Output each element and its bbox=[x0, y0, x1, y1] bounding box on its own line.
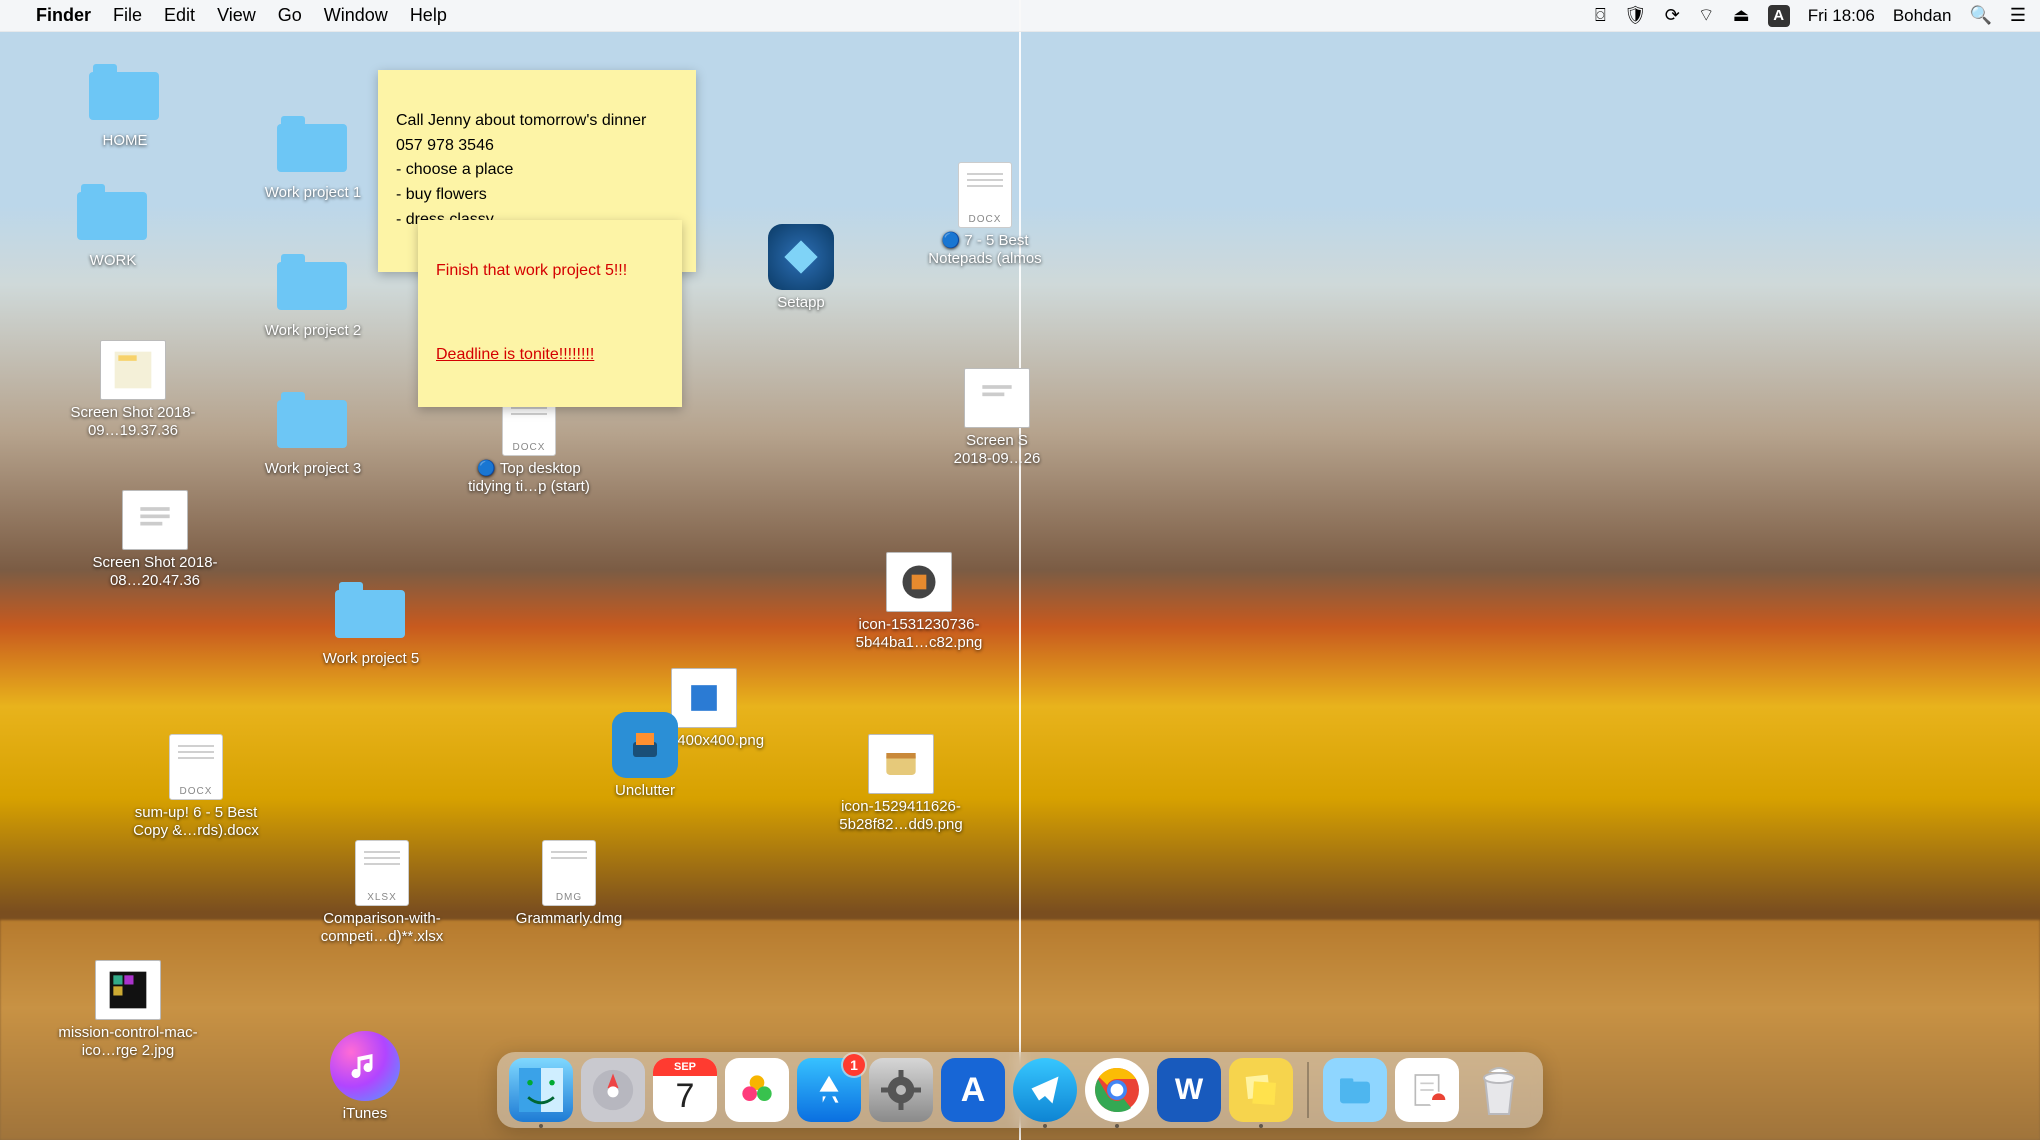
file-docx-sumup[interactable]: DOCX sum-up! 6 - 5 Best Copy &…rds).docx bbox=[116, 734, 276, 840]
sync-icon[interactable]: ⟳ bbox=[1665, 5, 1680, 26]
dock-documents-stack[interactable] bbox=[1395, 1058, 1459, 1122]
shield-icon[interactable]: 🛡 bbox=[1624, 5, 1647, 26]
sticky-note-2[interactable]: Finish that work project 5!!! Deadline i… bbox=[418, 220, 682, 407]
notifications-icon[interactable]: ☰ bbox=[2010, 5, 2026, 26]
file-jpg-mission-control[interactable]: mission-control-mac-ico…rge 2.jpg bbox=[48, 960, 208, 1060]
menu-edit[interactable]: Edit bbox=[164, 5, 195, 26]
dock-chrome[interactable] bbox=[1085, 1058, 1149, 1122]
app-unclutter[interactable]: Unclutter bbox=[580, 712, 710, 800]
xlsx-icon: XLSX bbox=[355, 840, 409, 906]
app-itunes-desktop[interactable]: iTunes bbox=[330, 1031, 400, 1122]
file-screenshot-1[interactable]: Screen Shot 2018-09…19.37.36 bbox=[68, 340, 198, 440]
file-screenshot-2[interactable]: Screen Shot 2018-08…20.47.36 bbox=[90, 490, 220, 590]
folder-work-project-5[interactable]: Work project 5 bbox=[306, 590, 436, 668]
itunes-icon bbox=[330, 1031, 400, 1101]
file-png-1[interactable]: icon-1531230736-5b44ba1…c82.png bbox=[834, 552, 1004, 652]
app-label: iTunes bbox=[343, 1105, 387, 1122]
input-source-badge[interactable]: A bbox=[1768, 5, 1790, 27]
dock-separator bbox=[1307, 1062, 1309, 1118]
folder-label: Work project 5 bbox=[323, 650, 419, 668]
folder-icon bbox=[77, 192, 147, 240]
file-label: Screen Shot 2018-09…19.37.36 bbox=[68, 404, 198, 440]
menubar-user[interactable]: Bohdan bbox=[1893, 6, 1952, 26]
folder-work-project-1[interactable]: Work project 1 bbox=[248, 124, 378, 202]
file-label: Screen S 2018-09…26 bbox=[952, 432, 1042, 468]
wifi-icon[interactable]: ⌔ bbox=[1698, 4, 1715, 27]
folder-icon bbox=[277, 124, 347, 172]
sticky-note-text: Call Jenny about tomorrow's dinner 057 9… bbox=[396, 109, 678, 233]
dock-app-a[interactable]: A bbox=[941, 1058, 1005, 1122]
dock-launchpad[interactable] bbox=[581, 1058, 645, 1122]
eject-icon[interactable]: ⏏ bbox=[1733, 5, 1750, 26]
dock-word[interactable]: W bbox=[1157, 1058, 1221, 1122]
file-label: Grammarly.dmg bbox=[516, 910, 622, 928]
file-xlsx-comparison[interactable]: XLSX Comparison-with-competi…d)**.xlsx bbox=[292, 840, 472, 946]
dock: SEP 7 1 A W bbox=[497, 1052, 1543, 1128]
file-dmg-grammarly[interactable]: DMG Grammarly.dmg bbox=[504, 840, 634, 928]
badge-count: 1 bbox=[843, 1054, 865, 1076]
menu-file[interactable]: File bbox=[113, 5, 142, 26]
file-label: 🔵 7 - 5 Best Notepads (almos bbox=[910, 232, 1060, 268]
unclutter-icon bbox=[612, 712, 678, 778]
file-docx-notepads[interactable]: DOCX 🔵 7 - 5 Best Notepads (almos bbox=[910, 162, 1060, 268]
folder-work[interactable]: WORK bbox=[48, 192, 178, 270]
calendar-day: 7 bbox=[676, 1077, 695, 1116]
dock-trash[interactable] bbox=[1467, 1058, 1531, 1122]
folder-icon bbox=[89, 72, 159, 120]
docx-icon: DOCX bbox=[169, 734, 223, 800]
dmg-icon: DMG bbox=[542, 840, 596, 906]
file-label: icon-1531230736-5b44ba1…c82.png bbox=[834, 616, 1004, 652]
dock-downloads-folder[interactable] bbox=[1323, 1058, 1387, 1122]
folder-label: HOME bbox=[103, 132, 148, 150]
menu-go[interactable]: Go bbox=[278, 5, 302, 26]
dock-photos[interactable] bbox=[725, 1058, 789, 1122]
file-label: icon-1529411626-5b28f82…dd9.png bbox=[816, 798, 986, 834]
menubar-clock[interactable]: Fri 18:06 bbox=[1808, 6, 1875, 26]
image-thumbnail-icon bbox=[868, 734, 934, 794]
calendar-month: SEP bbox=[653, 1058, 717, 1076]
spotlight-icon[interactable]: 🔍 bbox=[1969, 5, 1991, 26]
image-thumbnail-icon bbox=[886, 552, 952, 612]
image-thumbnail-icon bbox=[95, 960, 161, 1020]
file-label: sum-up! 6 - 5 Best Copy &…rds).docx bbox=[116, 804, 276, 840]
sticky-note-deadline: Deadline is tonite!!!!!!!! bbox=[436, 343, 664, 368]
image-thumbnail-icon bbox=[100, 340, 166, 400]
setapp-icon bbox=[768, 224, 834, 290]
menu-help[interactable]: Help bbox=[410, 5, 447, 26]
dock-telegram[interactable] bbox=[1013, 1058, 1077, 1122]
dock-calendar[interactable]: SEP 7 bbox=[653, 1058, 717, 1122]
docx-icon: DOCX bbox=[958, 162, 1012, 228]
image-thumbnail-icon bbox=[122, 490, 188, 550]
folder-icon bbox=[277, 262, 347, 310]
dropbox-icon[interactable]: ⌼ bbox=[1595, 5, 1606, 26]
dock-system-preferences[interactable] bbox=[869, 1058, 933, 1122]
menu-view[interactable]: View bbox=[217, 5, 256, 26]
folder-label: Work project 3 bbox=[265, 460, 361, 478]
folder-work-project-3[interactable]: Work project 3 bbox=[248, 400, 378, 478]
folder-icon bbox=[335, 590, 405, 638]
menu-window[interactable]: Window bbox=[324, 5, 388, 26]
folder-work-project-2[interactable]: Work project 2 bbox=[248, 262, 378, 340]
folder-home[interactable]: HOME bbox=[60, 72, 190, 150]
dock-appstore[interactable]: 1 bbox=[797, 1058, 861, 1122]
folder-label: Work project 2 bbox=[265, 322, 361, 340]
folder-icon bbox=[277, 400, 347, 448]
app-setapp[interactable]: Setapp bbox=[736, 224, 866, 312]
folder-label: WORK bbox=[90, 252, 137, 270]
file-label: Comparison-with-competi…d)**.xlsx bbox=[292, 910, 472, 946]
folder-label: Work project 1 bbox=[265, 184, 361, 202]
file-label: Screen Shot 2018-08…20.47.36 bbox=[90, 554, 220, 590]
dock-stickies[interactable] bbox=[1229, 1058, 1293, 1122]
app-label: Unclutter bbox=[615, 782, 675, 800]
menubar-app-name[interactable]: Finder bbox=[36, 5, 91, 26]
file-png-3[interactable]: icon-1529411626-5b28f82…dd9.png bbox=[816, 734, 986, 834]
file-label: mission-control-mac-ico…rge 2.jpg bbox=[48, 1024, 208, 1060]
dock-finder[interactable] bbox=[509, 1058, 573, 1122]
file-screenshot-3[interactable]: Screen S 2018-09…26 bbox=[952, 368, 1042, 468]
menubar: Finder File Edit View Go Window Help ⌼ 🛡… bbox=[0, 0, 2040, 32]
image-thumbnail-icon bbox=[964, 368, 1030, 428]
app-label: Setapp bbox=[777, 294, 825, 312]
sticky-note-text: Finish that work project 5!!! bbox=[436, 259, 664, 284]
file-label: 🔵 Top desktop tidying ti…p (start) bbox=[454, 460, 604, 496]
